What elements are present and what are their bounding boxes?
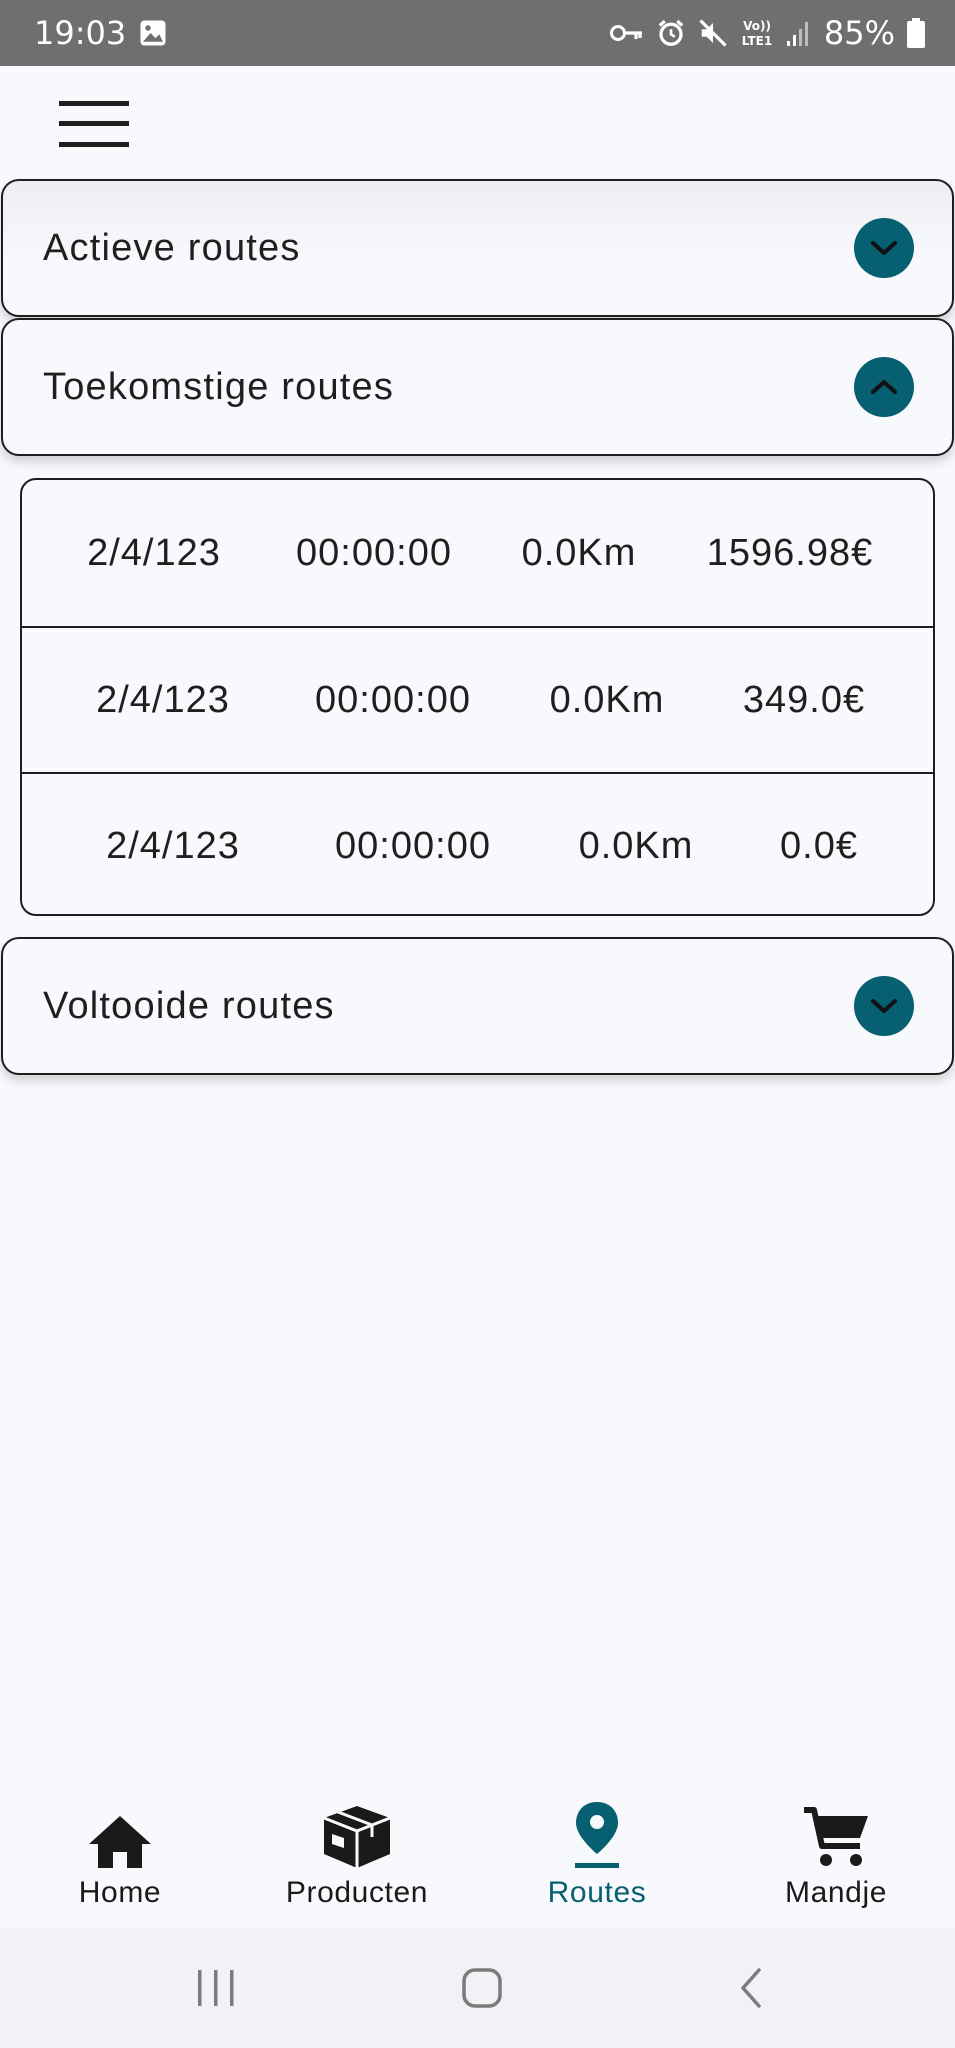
image-icon <box>138 18 168 48</box>
panel-title: Voltooide routes <box>43 984 335 1027</box>
battery-percent: 85% <box>823 14 895 52</box>
nav-routes[interactable]: Routes <box>497 1796 697 1916</box>
back-chevron-icon <box>741 1968 761 2008</box>
location-pin-icon <box>572 1796 622 1870</box>
route-row[interactable]: 2/4/123 00:00:00 0.0Km 1596.98€ <box>22 480 933 626</box>
mute-icon <box>698 18 728 48</box>
expand-button[interactable] <box>854 976 914 1036</box>
package-icon <box>322 1796 392 1870</box>
home-icon <box>87 1796 153 1870</box>
expand-button[interactable] <box>854 218 914 278</box>
route-time: 00:00:00 <box>296 531 452 574</box>
route-price: 1596.98€ <box>706 531 874 574</box>
home-circle-icon <box>462 1968 502 2008</box>
app-screen: 19:03 Vo)) LTE1 85% Actieve routes Toeko… <box>0 0 955 2048</box>
nav-label: Producten <box>285 1876 429 1909</box>
route-row[interactable]: 2/4/123 00:00:00 0.0Km 349.0€ <box>22 626 933 772</box>
svg-text:Vo)): Vo)) <box>743 19 771 33</box>
volte-lte-icon: Vo)) LTE1 <box>740 17 774 49</box>
home-system-button[interactable] <box>442 1958 522 2018</box>
nav-label: Mandje <box>785 1876 887 1909</box>
panel-title: Toekomstige routes <box>43 365 395 408</box>
app-bar <box>0 66 955 178</box>
nav-producten[interactable]: Producten <box>257 1796 457 1916</box>
hamburger-menu-icon <box>59 101 129 147</box>
key-icon <box>609 22 644 44</box>
svg-text:LTE1: LTE1 <box>742 34 772 48</box>
status-bar: 19:03 Vo)) LTE1 85% <box>0 0 955 66</box>
signal-icon <box>786 19 812 47</box>
chevron-up-icon <box>871 380 897 394</box>
bottom-navigation: Home Producten Routes Mandje <box>0 1776 955 1928</box>
route-date: 2/4/123 <box>96 678 230 721</box>
panel-title: Actieve routes <box>43 226 301 269</box>
status-right: Vo)) LTE1 85% <box>609 14 925 52</box>
route-row[interactable]: 2/4/123 00:00:00 0.0Km 0.0€ <box>22 772 933 914</box>
status-left: 19:03 <box>34 14 168 52</box>
recent-apps-icon <box>198 1970 234 2006</box>
nav-mandje[interactable]: Mandje <box>736 1796 936 1916</box>
chevron-down-icon <box>871 241 897 255</box>
alarm-icon <box>656 18 686 48</box>
status-time: 19:03 <box>34 14 127 52</box>
route-date: 2/4/123 <box>106 824 240 867</box>
system-navigation-bar <box>0 1928 955 2048</box>
route-date: 2/4/123 <box>87 531 221 574</box>
route-time: 00:00:00 <box>335 824 491 867</box>
route-distance: 0.0Km <box>549 678 665 721</box>
chevron-down-icon <box>871 999 897 1013</box>
menu-button[interactable] <box>52 94 136 154</box>
route-distance: 0.0Km <box>521 531 637 574</box>
battery-icon <box>907 18 925 48</box>
panel-active-routes[interactable]: Actieve routes <box>1 179 954 317</box>
route-price: 0.0€ <box>780 824 858 867</box>
nav-home[interactable]: Home <box>20 1796 220 1916</box>
panel-future-routes[interactable]: Toekomstige routes <box>1 318 954 456</box>
nav-label: Home <box>78 1876 162 1909</box>
route-price: 349.0€ <box>742 678 866 721</box>
collapse-button[interactable] <box>854 357 914 417</box>
recent-apps-button[interactable] <box>176 1958 256 2018</box>
route-distance: 0.0Km <box>578 824 694 867</box>
panel-completed-routes[interactable]: Voltooide routes <box>1 937 954 1075</box>
future-routes-table: 2/4/123 00:00:00 0.0Km 1596.98€ 2/4/123 … <box>20 478 935 916</box>
nav-label: Routes <box>547 1876 647 1909</box>
cart-icon <box>802 1796 870 1870</box>
back-button[interactable] <box>710 1958 790 2018</box>
route-time: 00:00:00 <box>315 678 471 721</box>
